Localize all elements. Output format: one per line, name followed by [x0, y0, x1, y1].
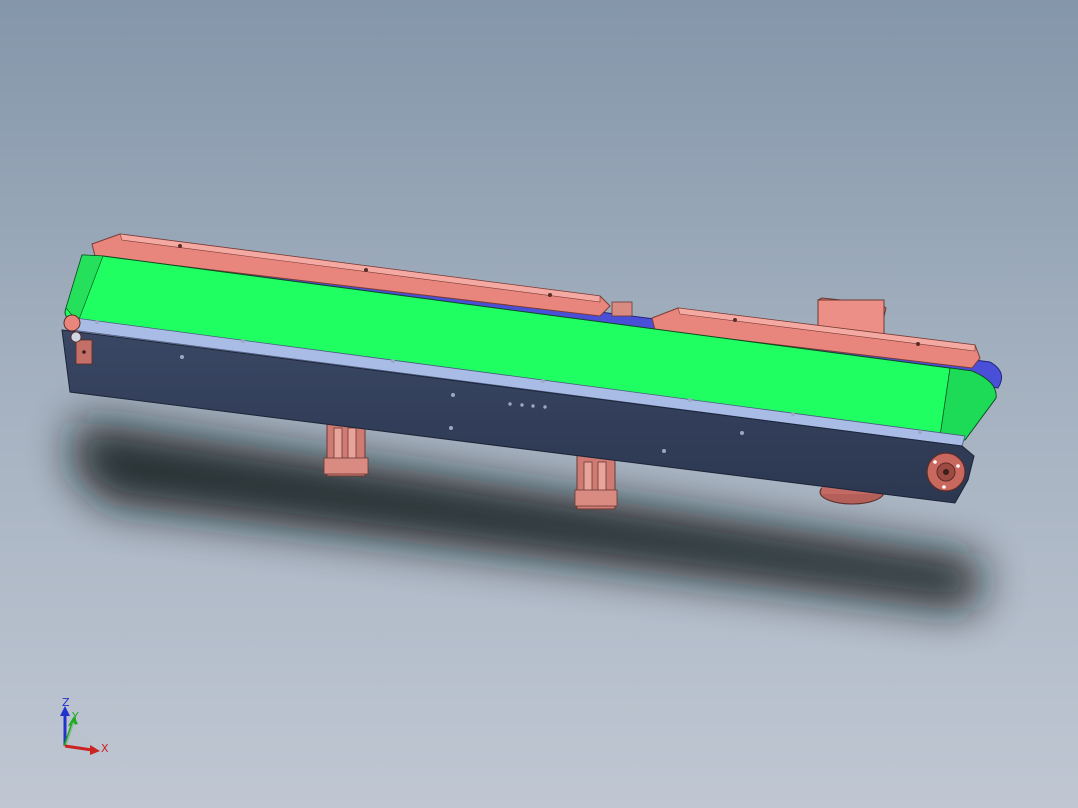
head-pulley-end[interactable]: [926, 452, 966, 492]
triad-y-label: Y: [71, 710, 79, 723]
coordinate-triad: Z Y X: [60, 696, 109, 755]
support-leg-middle[interactable]: [574, 454, 618, 510]
rail-bracket: [611, 301, 633, 317]
triad-z-label: Z: [62, 696, 70, 709]
triad-x-label: X: [101, 742, 109, 755]
conveyor-model-view[interactable]: Z Y X: [0, 0, 1078, 808]
cad-graphics-viewport[interactable]: Z Y X: [0, 0, 1078, 808]
